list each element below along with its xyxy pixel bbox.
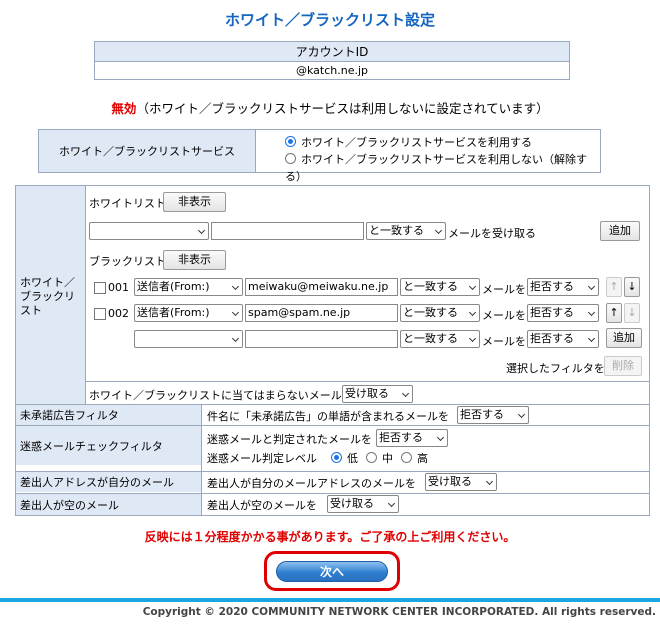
blacklist-row-field-select[interactable]: 送信者(From:) bbox=[134, 304, 243, 322]
blacklist-new-action-select[interactable]: 拒否する bbox=[527, 330, 599, 348]
radio-use[interactable] bbox=[285, 136, 296, 147]
other-mail-action-select[interactable]: 受け取る bbox=[342, 385, 413, 403]
account-id-value: @katch.ne.jp bbox=[94, 61, 570, 80]
blacklist-row-value-input[interactable]: meiwaku@meiwaku.ne.jp bbox=[245, 278, 398, 296]
move-down-button[interactable]: ↓ bbox=[624, 303, 640, 323]
service-option-not-use[interactable]: ホワイト／ブラックリストサービスを利用しない（解除する） bbox=[285, 151, 600, 185]
filter-label-self-sender: 差出人アドレスが自分のメール bbox=[16, 472, 201, 492]
status-message: （ホワイト／ブラックリストサービスは利用しないに設定されています） bbox=[136, 101, 549, 116]
filter-text-unsolicited-ads: 件名に「未承諾広告」の単語が含まれるメールを bbox=[207, 410, 449, 423]
spam-level-label: 迷惑メール判定レベル bbox=[207, 452, 317, 465]
blacklist-title: ブラックリスト bbox=[89, 255, 166, 268]
filter-text-empty-sender: 差出人が空のメールを bbox=[207, 499, 317, 512]
blacklist-new-value-input[interactable] bbox=[245, 330, 398, 348]
column-divider bbox=[201, 404, 202, 515]
page-title: ホワイト／ブラックリスト設定 bbox=[224, 11, 435, 29]
whitelist-title: ホワイトリスト bbox=[89, 197, 166, 210]
radio-level-mid[interactable] bbox=[366, 452, 377, 463]
divider bbox=[85, 381, 649, 382]
selected-filter-label: 選択したフィルタを bbox=[506, 362, 605, 375]
blacklist-row-mail-label: メールを bbox=[482, 283, 526, 296]
blacklist-row-checkbox[interactable] bbox=[94, 308, 106, 320]
blacklist-row-checkbox[interactable] bbox=[94, 282, 106, 294]
blacklist-row-action-select[interactable]: 拒否する bbox=[527, 304, 599, 322]
whitelist-match-select[interactable]: と一致する bbox=[366, 222, 446, 240]
filter-action-unsolicited-ads[interactable]: 拒否する bbox=[457, 406, 529, 424]
blacklist-add-button[interactable]: 追加 bbox=[606, 328, 642, 348]
level-mid-label: 中 bbox=[382, 452, 393, 465]
blacklist-row-match-select[interactable]: と一致する bbox=[400, 278, 480, 296]
delete-filter-button[interactable]: 削除 bbox=[604, 356, 642, 376]
service-label: ホワイト／ブラックリストサービス bbox=[39, 130, 256, 172]
blacklist-new-field-select[interactable] bbox=[134, 330, 243, 348]
blacklist-row-action-select[interactable]: 拒否する bbox=[527, 278, 599, 296]
blacklist-new-mail-label: メールを bbox=[482, 335, 526, 348]
service-setting: ホワイト／ブラックリストサービス ホワイト／ブラックリストサービスを利用する ホ… bbox=[38, 129, 601, 183]
spam-level-mid[interactable]: 中 bbox=[366, 450, 393, 466]
spam-level-low[interactable]: 低 bbox=[331, 450, 358, 466]
footer-bar bbox=[0, 598, 660, 602]
blacklist-hide-button[interactable]: 非表示 bbox=[163, 250, 226, 270]
move-down-button[interactable]: ↓ bbox=[624, 277, 640, 297]
service-option-use-label: ホワイト／ブラックリストサービスを利用する bbox=[301, 136, 532, 149]
blacklist-row-field-select[interactable]: 送信者(From:) bbox=[134, 278, 243, 296]
account-box: アカウントID @katch.ne.jp bbox=[94, 41, 570, 80]
next-button[interactable]: 次へ bbox=[276, 561, 388, 582]
filter-text-spam-check: 迷惑メールと判定されたメールを bbox=[207, 433, 372, 446]
whitelist-hide-button[interactable]: 非表示 bbox=[163, 192, 226, 212]
blacklist-row-mail-label: メールを bbox=[482, 309, 526, 322]
blacklist-row-value-input[interactable]: spam@spam.ne.jp bbox=[245, 304, 398, 322]
whitelist-value-input[interactable] bbox=[211, 222, 364, 240]
move-up-button[interactable]: ↑ bbox=[606, 277, 622, 297]
blacklist-new-match-select[interactable]: と一致する bbox=[400, 330, 480, 348]
filter-action-self-sender[interactable]: 受け取る bbox=[425, 473, 497, 491]
spam-level-high[interactable]: 高 bbox=[401, 450, 428, 466]
status-state: 無効 bbox=[111, 101, 137, 116]
service-options: ホワイト／ブラックリストサービスを利用する ホワイト／ブラックリストサービスを利… bbox=[285, 134, 600, 185]
blacklist-row-id: 001 bbox=[108, 281, 129, 294]
radio-not-use[interactable] bbox=[285, 153, 296, 164]
service-option-use[interactable]: ホワイト／ブラックリストサービスを利用する bbox=[285, 134, 600, 151]
blacklist-row-match-select[interactable]: と一致する bbox=[400, 304, 480, 322]
radio-level-low[interactable] bbox=[331, 452, 342, 463]
filter-action-spam-check[interactable]: 拒否する bbox=[376, 429, 448, 447]
wblist-settings: ホワイト／ ブラックリ スト ホワイトリスト 非表示 と一致する メールを受け取る … bbox=[15, 185, 650, 516]
radio-level-high[interactable] bbox=[401, 452, 412, 463]
whitelist-action-text: メールを受け取る bbox=[448, 227, 536, 240]
copyright: Copyright © 2020 COMMUNITY NETWORK CENTE… bbox=[142, 606, 656, 618]
filter-label-spam-check: 迷惑メールチェックフィルタ bbox=[16, 426, 201, 465]
notice-text: 反映には１分程度かかる事があります。ご了承の上ご利用ください。 bbox=[144, 530, 516, 544]
service-status: 無効（ホワイト／ブラックリストサービスは利用しないに設定されています） bbox=[0, 98, 660, 117]
next-button-highlight: 次へ bbox=[264, 551, 400, 591]
level-low-label: 低 bbox=[347, 452, 358, 465]
filter-action-empty-sender[interactable]: 受け取る bbox=[327, 495, 399, 513]
wblist-section-label: ホワイト／ ブラックリ スト bbox=[16, 186, 86, 405]
filter-label-unsolicited-ads: 未承諾広告フィルタ bbox=[16, 405, 201, 425]
account-id-header: アカウントID bbox=[94, 41, 570, 62]
whitelist-field-select[interactable] bbox=[89, 222, 209, 240]
blacklist-row-id: 002 bbox=[108, 307, 129, 320]
move-up-button[interactable]: ↑ bbox=[606, 303, 622, 323]
service-option-not-use-label: ホワイト／ブラックリストサービスを利用しない（解除する） bbox=[285, 153, 587, 183]
level-high-label: 高 bbox=[417, 452, 428, 465]
wblist-label-line: ホワイト／ ブラックリ スト bbox=[20, 276, 75, 317]
filter-label-empty-sender: 差出人が空のメール bbox=[16, 494, 201, 515]
filter-text-self-sender: 差出人が自分のメールアドレスのメールを bbox=[207, 477, 416, 490]
other-mail-label: ホワイト／ブラックリストに当てはまらないメールを bbox=[89, 389, 353, 402]
whitelist-add-button[interactable]: 追加 bbox=[600, 221, 640, 241]
